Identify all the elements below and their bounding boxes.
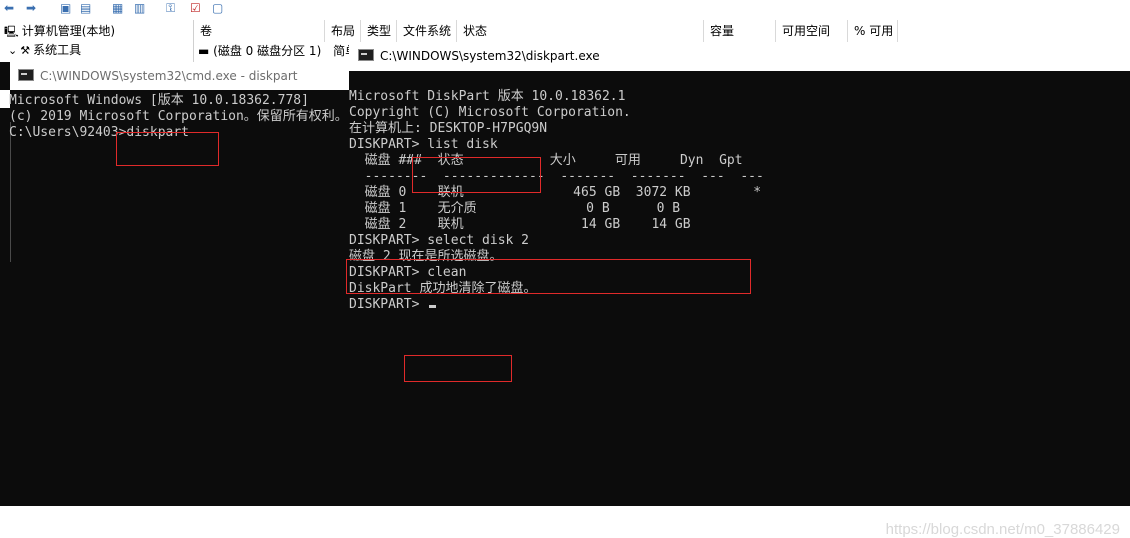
diskpart-prompt[interactable]: DISKPART> xyxy=(349,297,427,312)
tree-item-computer-management[interactable]: 🖳 计算机管理(本地) xyxy=(4,22,115,40)
panel-icon[interactable]: ▥ xyxy=(134,2,145,15)
text-cursor xyxy=(429,305,437,308)
column-volume[interactable]: 卷 xyxy=(194,20,325,42)
watermark: https://blog.csdn.net/m0_37886429 xyxy=(885,521,1120,538)
tree-item-system-tools[interactable]: ⌄ ⚒ 系统工具 xyxy=(8,41,81,59)
folder-icon[interactable]: ▣ xyxy=(60,2,71,15)
highlight-disk-2-row xyxy=(346,259,751,294)
column-type[interactable]: 类型 xyxy=(361,20,397,42)
column-free-space[interactable]: 可用空间 xyxy=(776,20,848,42)
diskpart-title: C:\WINDOWS\system32\diskpart.exe xyxy=(380,49,600,63)
column-filesystem[interactable]: 文件系统 xyxy=(397,20,457,42)
column-percent-free[interactable]: % 可用 xyxy=(848,20,898,42)
console-icon xyxy=(18,69,34,81)
cmd-title: C:\WINDOWS\system32\cmd.exe - diskpart xyxy=(40,69,298,83)
tools-icon: ⚒ xyxy=(20,44,31,57)
back-icon[interactable]: ⬅ xyxy=(4,2,14,15)
column-status[interactable]: 状态 xyxy=(457,20,704,42)
highlight-clean-command xyxy=(404,355,512,382)
computer-icon: 🖳 xyxy=(4,25,19,38)
forward-icon[interactable]: ➡ xyxy=(26,2,36,15)
check-icon[interactable]: ☑ xyxy=(190,2,201,15)
column-layout[interactable]: 布局 xyxy=(325,20,361,42)
highlight-diskpart-command xyxy=(116,132,219,166)
show-tree-icon[interactable]: ▤ xyxy=(80,2,91,15)
mmc-toolbar: ⬅ ➡ ▣ ▤ ▦ ▥ ⚿ ☑ ▢ xyxy=(0,0,1130,21)
help-icon[interactable]: ▦ xyxy=(112,2,123,15)
diskpart-window[interactable]: C:\WINDOWS\system32\diskpart.exe Microso… xyxy=(346,42,1130,538)
console-icon xyxy=(358,49,374,61)
volume-row[interactable]: ▬ (磁盘 0 磁盘分区 1) 简单 xyxy=(194,42,368,60)
properties-icon[interactable]: ▢ xyxy=(212,2,223,15)
diskpart-titlebar[interactable]: C:\WINDOWS\system32\diskpart.exe xyxy=(349,42,1130,71)
cmd-titlebar[interactable]: C:\WINDOWS\system32\cmd.exe - diskpart xyxy=(10,62,350,90)
highlight-list-disk-command xyxy=(412,157,541,193)
cmd-window[interactable]: C:\WINDOWS\system32\cmd.exe - diskpart M… xyxy=(0,62,350,506)
column-capacity[interactable]: 容量 xyxy=(704,20,776,42)
chevron-down-icon[interactable]: ⌄ xyxy=(8,42,17,60)
disk-icon: ▬ xyxy=(198,44,210,58)
volume-list-header: 卷 布局 类型 文件系统 状态 容量 可用空间 % 可用 xyxy=(194,20,1130,43)
key-icon[interactable]: ⚿ xyxy=(166,2,175,15)
